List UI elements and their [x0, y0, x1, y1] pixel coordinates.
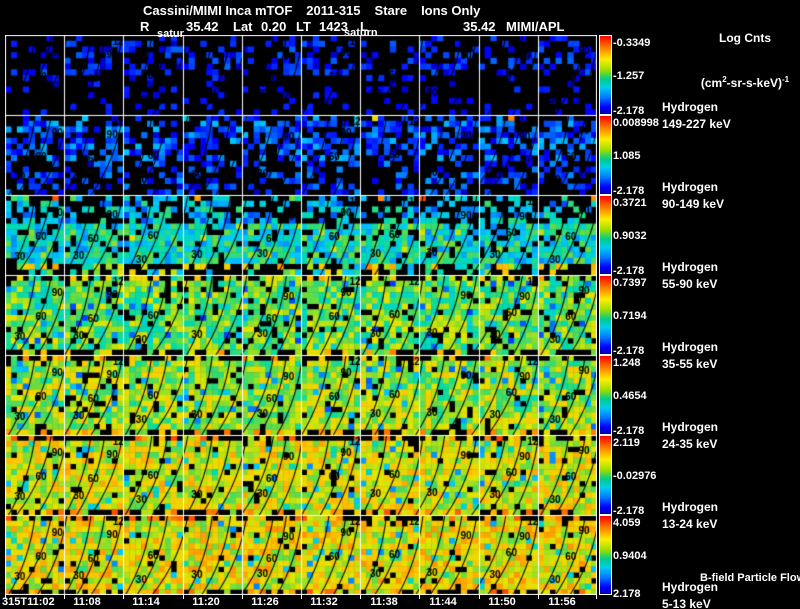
axis-tick	[479, 595, 480, 599]
cbar1-max: -0.3349	[613, 37, 651, 49]
spectrogram-grid	[5, 35, 597, 595]
time-label-0: 315T11:02	[2, 596, 55, 608]
time-label-2: 11:14	[132, 596, 160, 608]
l-value: 35.42	[463, 19, 496, 34]
title-ions: Ions Only	[421, 3, 481, 18]
cbar7-max: 4.059	[613, 517, 641, 529]
colorbar-panel-1	[599, 35, 612, 115]
mimi-display-window: Cassini/MIMI Inca mTOF 2011-315 Stare Io…	[0, 0, 800, 609]
cbar2-min: -2.178	[613, 185, 645, 197]
title-mission: Cassini/MIMI Inca mTOF	[143, 3, 293, 18]
agency-label: MIMI/APL	[506, 19, 565, 34]
cbar4-mid: 0.7194	[613, 310, 647, 322]
colorbar-panel-7	[599, 515, 612, 595]
cbar6-mid: -0.02976	[613, 470, 657, 482]
r-value: 35.42	[186, 19, 219, 34]
cbar3-mid: 0.9032	[613, 230, 647, 242]
lat-value: 0.20	[261, 19, 287, 34]
page-title: Cassini/MIMI Inca mTOF 2011-315 Stare Io…	[143, 3, 480, 18]
axis-tick	[301, 595, 302, 599]
r-label: R	[140, 19, 150, 34]
cbar1-min: -2.178	[613, 105, 645, 117]
axis-tick	[419, 595, 420, 599]
colorbar-panel-6	[599, 435, 612, 515]
cbar2-mid: 1.085	[613, 150, 641, 162]
cbar4-min: -2.178	[613, 345, 645, 357]
colorbar-panel-2	[599, 115, 612, 195]
cbar3-max: 0.3721	[613, 197, 647, 209]
axis-tick	[242, 595, 243, 599]
axis-tick	[183, 595, 184, 599]
time-label-6: 11:38	[370, 596, 398, 608]
cbar2-max: 0.008998	[613, 117, 659, 129]
axis-tick	[596, 595, 597, 599]
axis-tick	[360, 595, 361, 599]
time-label-9: 11:56	[548, 596, 576, 608]
cbar4-max: 0.7397	[613, 277, 647, 289]
colorbar-panel-4	[599, 275, 612, 355]
time-label-1: 11:08	[73, 596, 101, 608]
axis-tick	[64, 595, 65, 599]
cbar6-max: 2.119	[613, 437, 640, 449]
axis-tick	[538, 595, 539, 599]
colorbar-panel-5	[599, 355, 612, 435]
time-label-7: 11:44	[429, 596, 457, 608]
time-label-5: 11:32	[310, 596, 338, 608]
colorbar-panel-3	[599, 195, 612, 275]
cbar5-mid: 0.4654	[613, 390, 647, 402]
time-label-8: 11:50	[488, 596, 516, 608]
saturn-annotation-mid: saturn	[344, 27, 378, 39]
time-label-4: 11:26	[251, 596, 279, 608]
axis-tick	[123, 595, 124, 599]
cbar7-mid: 0.9404	[613, 550, 647, 562]
cbar3-min: -2.178	[613, 265, 645, 277]
cbar5-max: 1.248	[613, 357, 641, 369]
cbar1-mid: -1.257	[613, 70, 645, 82]
cbar6-min: -2.178	[613, 505, 645, 517]
colorbar-title-line1: Log Cnts	[719, 31, 771, 45]
title-mode: Stare	[374, 3, 408, 18]
time-label-3: 11:20	[192, 596, 220, 608]
lt-label: LT	[296, 19, 311, 34]
saturn-annotation-left: satur	[157, 28, 184, 40]
bfield-flow-label: B-field Particle Flow	[700, 572, 800, 584]
cbar7-min: 2.178	[613, 588, 641, 600]
title-date: 2011-315	[306, 3, 361, 18]
lat-label: Lat	[233, 19, 253, 34]
cbar5-min: -2.178	[613, 425, 645, 437]
